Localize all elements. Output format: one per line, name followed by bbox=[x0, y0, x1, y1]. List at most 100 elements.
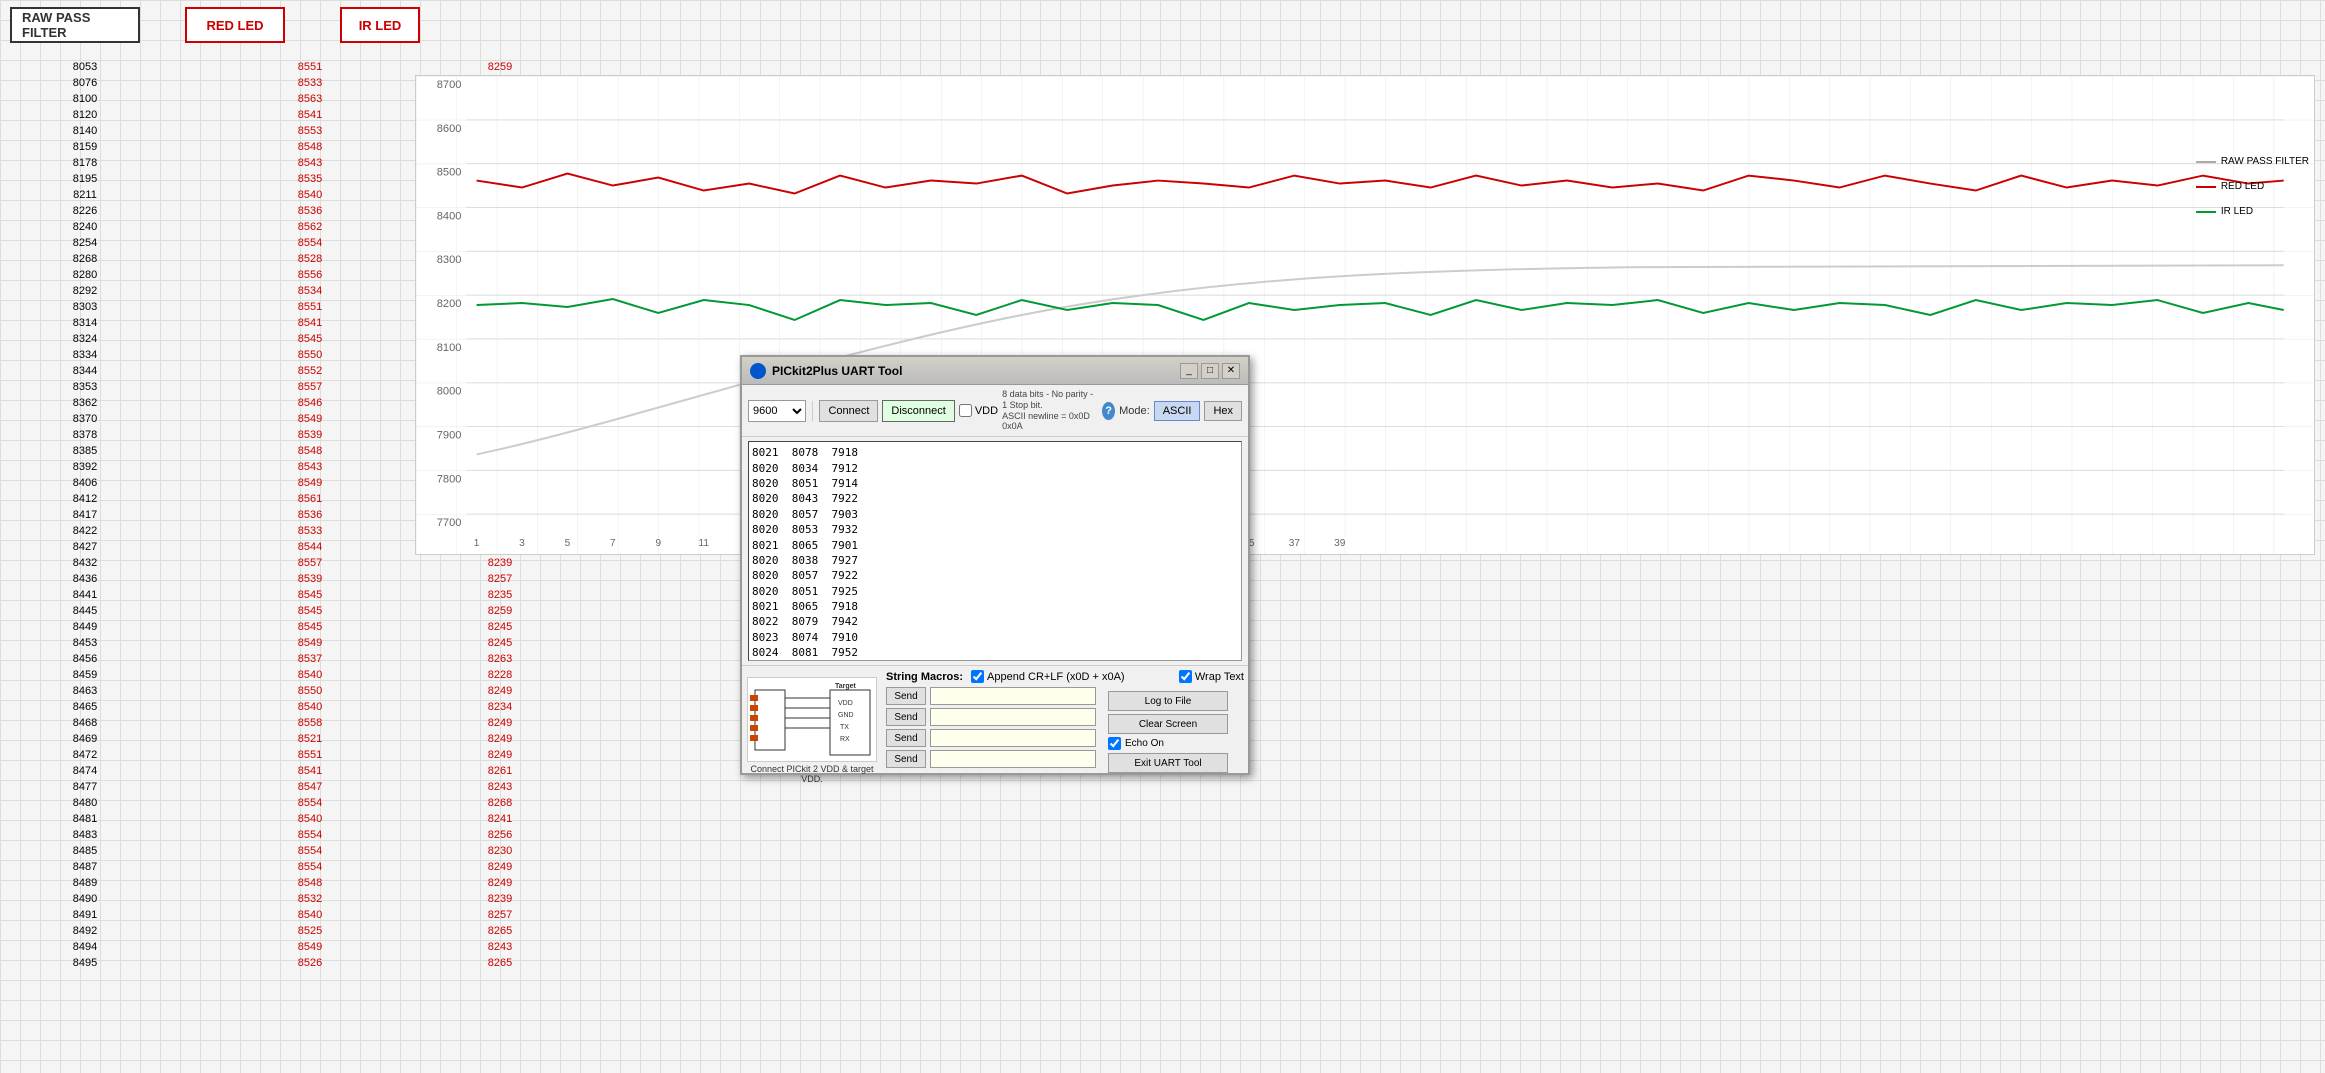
raw-value: 8417 bbox=[5, 508, 165, 524]
macro-input-1[interactable] bbox=[930, 687, 1096, 705]
ir-value: 8249 bbox=[420, 876, 580, 892]
wrap-text-checkbox[interactable] bbox=[1179, 670, 1192, 683]
macro-input-4[interactable] bbox=[930, 750, 1096, 768]
svg-text:37: 37 bbox=[1289, 538, 1301, 549]
vdd-checkbox-label[interactable]: VDD bbox=[959, 404, 998, 417]
uart-bottom-panel: VDD GND TX RX Target Connect PICkit 2 VD… bbox=[742, 665, 1248, 795]
raw-value: 8485 bbox=[5, 844, 165, 860]
red-value: 8550 bbox=[230, 684, 390, 700]
legend-red-label: RED LED bbox=[2221, 181, 2264, 192]
raw-value: 8495 bbox=[5, 956, 165, 972]
macro-send-area: Send Send Send Send bbox=[886, 687, 1096, 780]
red-value: 8535 bbox=[230, 172, 390, 188]
ir-value: 8245 bbox=[420, 636, 580, 652]
raw-value: 8211 bbox=[5, 188, 165, 204]
uart-output-line: 8023 8074 7910 bbox=[752, 630, 1238, 645]
raw-value: 8472 bbox=[5, 748, 165, 764]
red-value: 8563 bbox=[230, 92, 390, 108]
macro-send-btn-2[interactable]: Send bbox=[886, 708, 926, 726]
red-value: 8554 bbox=[230, 860, 390, 876]
raw-value: 8334 bbox=[5, 348, 165, 364]
log-to-file-button[interactable]: Log to File bbox=[1108, 691, 1228, 711]
macro-input-3[interactable] bbox=[930, 729, 1096, 747]
uart-output-area[interactable]: 8021 8078 79188020 8034 79128020 8051 79… bbox=[748, 441, 1242, 661]
ir-value: 8234 bbox=[420, 700, 580, 716]
clear-screen-button[interactable]: Clear Screen bbox=[1108, 714, 1228, 734]
svg-text:8300: 8300 bbox=[437, 254, 462, 266]
red-value: 8545 bbox=[230, 588, 390, 604]
ir-value: 8249 bbox=[420, 684, 580, 700]
circuit-svg: VDD GND TX RX Target bbox=[750, 680, 875, 760]
red-value: 8540 bbox=[230, 668, 390, 684]
ir-value: 8245 bbox=[420, 620, 580, 636]
legend-raw-line bbox=[2196, 161, 2216, 163]
help-icon[interactable]: ? bbox=[1102, 402, 1115, 420]
red-value: 8545 bbox=[230, 332, 390, 348]
uart-output-line: 8022 8079 7942 bbox=[752, 614, 1238, 629]
raw-value: 8459 bbox=[5, 668, 165, 684]
ir-value: 8257 bbox=[420, 572, 580, 588]
macro-send-btn-3[interactable]: Send bbox=[886, 729, 926, 747]
red-value: 8544 bbox=[230, 540, 390, 556]
legend-ir-label: IR LED bbox=[2221, 206, 2253, 217]
macro-send-btn-1[interactable]: Send bbox=[886, 687, 926, 705]
svg-text:1: 1 bbox=[474, 538, 480, 549]
raw-value: 8324 bbox=[5, 332, 165, 348]
red-value: 8545 bbox=[230, 620, 390, 636]
raw-value: 8370 bbox=[5, 412, 165, 428]
minimize-button[interactable]: _ bbox=[1180, 363, 1198, 379]
red-value: 8548 bbox=[230, 444, 390, 460]
ir-value: 8241 bbox=[420, 812, 580, 828]
wrap-text-label-text: Wrap Text bbox=[1195, 671, 1244, 683]
wrap-text-label[interactable]: Wrap Text bbox=[1179, 670, 1244, 683]
ir-led-label: IR LED bbox=[340, 7, 420, 43]
maximize-button[interactable]: □ bbox=[1201, 363, 1219, 379]
exit-uart-button[interactable]: Exit UART Tool bbox=[1108, 753, 1228, 773]
raw-value: 8378 bbox=[5, 428, 165, 444]
vdd-checkbox[interactable] bbox=[959, 404, 972, 417]
raw-value: 8483 bbox=[5, 828, 165, 844]
svg-text:GND: GND bbox=[838, 712, 854, 719]
raw-value: 8456 bbox=[5, 652, 165, 668]
raw-value: 8178 bbox=[5, 156, 165, 172]
append-crlf-label[interactable]: Append CR+LF (x0D + x0A) bbox=[971, 670, 1125, 683]
append-crlf-checkbox[interactable] bbox=[971, 670, 984, 683]
raw-value: 8468 bbox=[5, 716, 165, 732]
disconnect-button[interactable]: Disconnect bbox=[882, 400, 954, 422]
titlebar-buttons[interactable]: _ □ ✕ bbox=[1180, 363, 1240, 379]
red-value: 8554 bbox=[230, 828, 390, 844]
raw-value: 8292 bbox=[5, 284, 165, 300]
svg-text:8700: 8700 bbox=[437, 79, 462, 91]
ir-value: 8259 bbox=[420, 604, 580, 620]
ir-value: 8230 bbox=[420, 844, 580, 860]
ir-value: 8268 bbox=[420, 796, 580, 812]
red-value: 8533 bbox=[230, 524, 390, 540]
raw-value: 8477 bbox=[5, 780, 165, 796]
uart-output-line: 8020 8051 7925 bbox=[752, 584, 1238, 599]
mode-label: Mode: bbox=[1119, 405, 1150, 417]
ir-value: 8243 bbox=[420, 780, 580, 796]
ir-value: 8228 bbox=[420, 668, 580, 684]
macro-row-2: Send bbox=[886, 708, 1096, 726]
baud-rate-select[interactable]: 9600 19200 38400 57600 115200 bbox=[748, 400, 806, 422]
macro-row-1: Send bbox=[886, 687, 1096, 705]
ir-value: 8249 bbox=[420, 716, 580, 732]
svg-text:8600: 8600 bbox=[437, 123, 462, 135]
svg-text:8500: 8500 bbox=[437, 167, 462, 179]
red-value: 8534 bbox=[230, 284, 390, 300]
echo-on-label[interactable]: Echo On bbox=[1108, 737, 1240, 750]
ir-value: 8256 bbox=[420, 828, 580, 844]
macro-input-2[interactable] bbox=[930, 708, 1096, 726]
connect-button[interactable]: Connect bbox=[819, 400, 878, 422]
red-value: 8558 bbox=[230, 716, 390, 732]
ascii-mode-button[interactable]: ASCII bbox=[1154, 401, 1201, 421]
echo-on-checkbox[interactable] bbox=[1108, 737, 1121, 750]
close-button[interactable]: ✕ bbox=[1222, 363, 1240, 379]
raw-value: 8453 bbox=[5, 636, 165, 652]
connect-info-text: Connect PICkit 2 VDD & target VDD. bbox=[747, 764, 877, 784]
legend-red: RED LED bbox=[2196, 181, 2309, 192]
raw-value: 8392 bbox=[5, 460, 165, 476]
red-value: 8556 bbox=[230, 268, 390, 284]
hex-mode-button[interactable]: Hex bbox=[1204, 401, 1242, 421]
macro-send-btn-4[interactable]: Send bbox=[886, 750, 926, 768]
